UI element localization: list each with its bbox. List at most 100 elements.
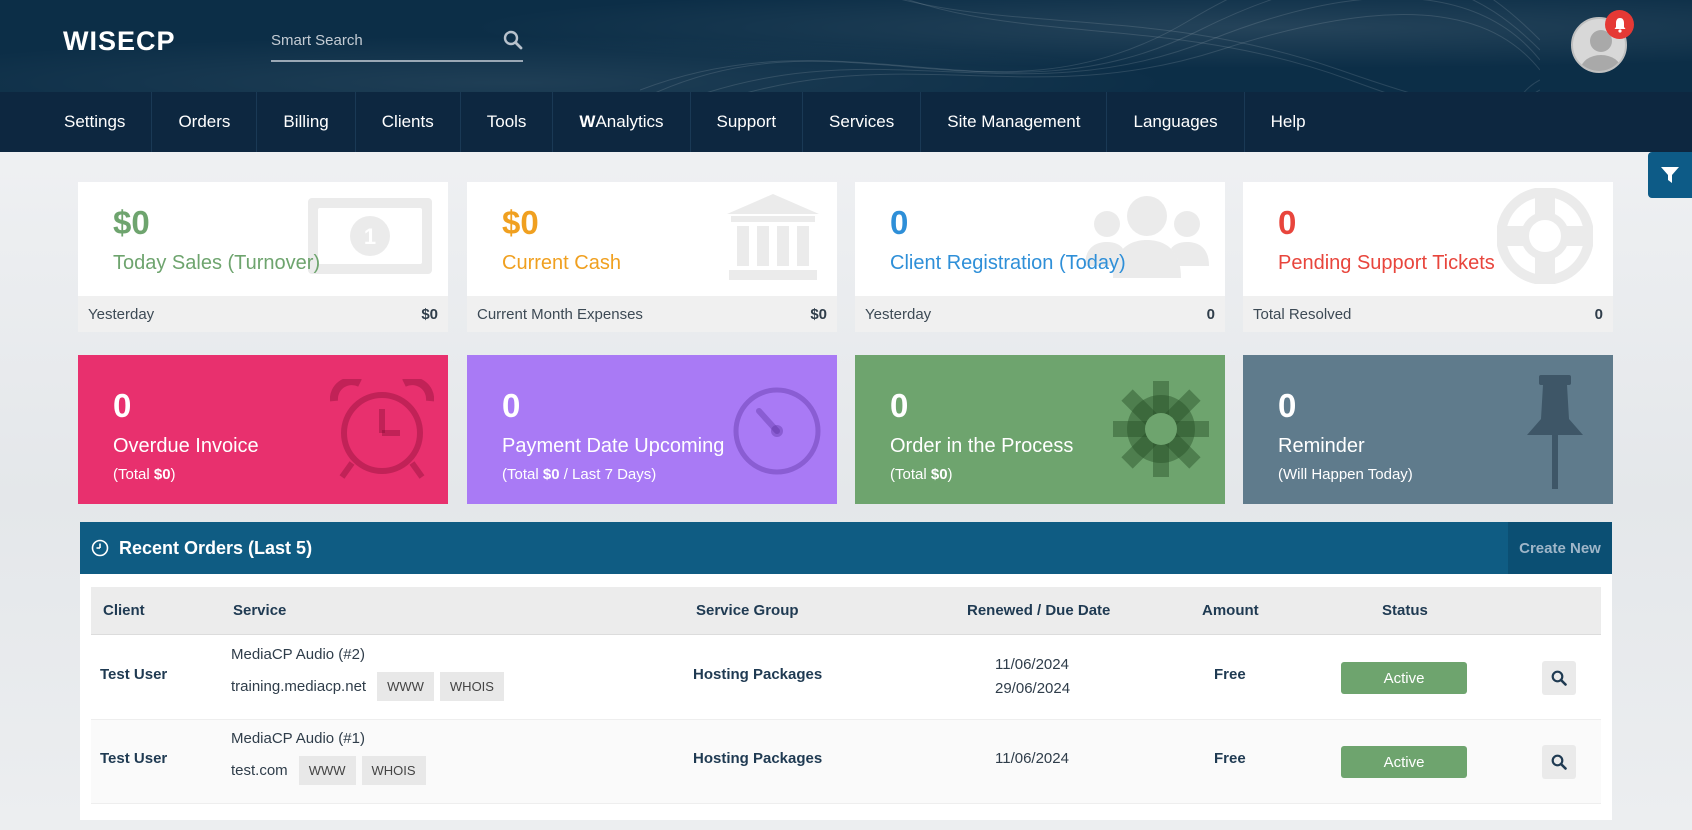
nav-help[interactable]: Help [1245,92,1332,152]
stat-label: Payment Date Upcoming [502,435,725,457]
smart-search [271,22,523,62]
stat-value: 0 [113,387,132,424]
search-input[interactable] [271,22,481,58]
main-nav: Settings Orders Billing Clients Tools WA… [0,92,1692,152]
life-ring-icon [1497,188,1593,284]
nav-tools[interactable]: Tools [461,92,554,152]
stat-card-support-tickets[interactable]: 0 Pending Support Tickets Total Resolved… [1243,182,1613,332]
stat-value: 0 [1278,204,1297,241]
table-row[interactable]: Test User MediaCP Audio (#2) training.me… [91,636,1601,720]
nav-languages[interactable]: Languages [1107,92,1245,152]
stat-card-overdue-invoice[interactable]: 0 Overdue Invoice (Total $0) [78,355,448,504]
col-service[interactable]: Service [233,602,286,619]
cell-amount: Free [1214,750,1246,767]
svg-text:WISECP: WISECP [63,27,176,53]
stat-sub: (Total $0) [113,466,176,483]
cell-client[interactable]: Test User [100,750,167,767]
nav-label: Help [1270,112,1306,131]
nav-settings[interactable]: Settings [38,92,153,152]
search-icon[interactable] [503,30,523,50]
www-button[interactable]: WWW [377,672,434,701]
stat-footer: Yesterday 0 [855,296,1225,332]
stat-value: $0 [502,204,539,241]
top-header: WISECP [0,0,1692,92]
stat-footer: Yesterday $0 [78,296,448,332]
stat-label: Client Registration (Today) [890,252,1126,274]
stat-sub-pre: (Total [502,466,543,483]
nav-wanalytics[interactable]: W Analytics [553,92,691,152]
col-amount[interactable]: Amount [1202,602,1259,619]
stat-footer-label: Total Resolved [1253,305,1352,323]
nav-support[interactable]: Support [691,92,804,152]
money-bill-icon: 1 [308,198,432,274]
cell-renewed-date: 11/06/2024 [995,750,1069,767]
nav-label: Site Management [947,112,1081,131]
stat-card-client-registration[interactable]: 0 Client Registration (Today) Yesterday … [855,182,1225,332]
stat-sub-pre: (Total [113,466,154,483]
table-header: Client Service Service Group Renewed / D… [91,587,1601,635]
stat-sub: (Will Happen Today) [1278,466,1413,483]
view-order-button[interactable] [1542,661,1576,695]
whois-button[interactable]: WHOIS [439,672,504,701]
cell-service-name[interactable]: MediaCP Audio (#1) [231,730,365,747]
view-order-button[interactable] [1542,745,1576,779]
search-icon [1551,670,1567,686]
stat-sub-amount: $0 [542,466,560,483]
panel-header: Recent Orders (Last 5) Create New [80,522,1612,574]
whois-button[interactable]: WHOIS [361,756,426,785]
wisecp-logo[interactable]: WISECP [63,27,213,53]
nav-label: Support [716,112,777,131]
nav-label: Settings [64,112,126,131]
nav-orders[interactable]: Orders [152,92,258,152]
nav-services[interactable]: Services [803,92,922,152]
stat-card-today-sales[interactable]: 1 $0 Today Sales (Turnover) Yesterday $0 [78,182,448,332]
nav-site-management[interactable]: Site Management [921,92,1108,152]
nav-clients[interactable]: Clients [356,92,461,152]
stat-card-current-cash[interactable]: $0 Current Cash Current Month Expenses $… [467,182,837,332]
status-badge: Active [1341,746,1467,778]
create-new-button[interactable]: Create New [1508,522,1612,574]
logo-icon: WISECP [63,27,176,53]
nav-label: Orders [178,112,231,131]
stat-card-order-process[interactable]: 0 Order in the Process (Total $0) [855,355,1225,504]
svg-text:1: 1 [364,224,376,249]
stat-sub: (Total $0) [890,466,953,483]
cell-client[interactable]: Test User [100,666,167,683]
stat-label: Order in the Process [890,435,1074,457]
filter-icon [1661,167,1679,183]
cell-service-group: Hosting Packages [693,750,823,767]
cell-renewed-date: 11/06/2024 [995,656,1069,673]
cell-service-domain: test.com WWW WHOIS [231,756,426,785]
bank-icon [727,194,819,280]
col-service-group[interactable]: Service Group [696,602,799,619]
stat-label: Overdue Invoice [113,435,259,457]
notification-bell[interactable] [1605,10,1634,39]
stat-label: Reminder [1278,435,1365,457]
thumbtack-icon [1527,375,1583,489]
stat-card-payment-upcoming[interactable]: 0 Payment Date Upcoming (Total $0 / Last… [467,355,837,504]
col-renewed-due[interactable]: Renewed / Due Date [967,602,1110,619]
nav-label: Services [829,112,895,131]
stat-sub-post: ) [170,466,176,483]
stat-footer-label: Current Month Expenses [477,305,643,323]
stat-label: Today Sales (Turnover) [113,252,321,274]
bell-icon [1614,17,1625,33]
stat-value: 0 [1278,387,1297,424]
stat-card-reminder[interactable]: 0 Reminder (Will Happen Today) [1243,355,1613,504]
cell-due-date: 29/06/2024 [995,680,1071,697]
stat-value: $0 [113,204,150,241]
stat-footer-value: $0 [810,305,827,323]
stat-footer-label: Yesterday [865,305,932,323]
cell-service-name[interactable]: MediaCP Audio (#2) [231,646,365,663]
nav-label: Tools [486,112,527,131]
col-status[interactable]: Status [1382,602,1428,619]
stat-sub-pre: (Total [890,466,931,483]
panel-title: Recent Orders (Last 5) [119,537,313,558]
filter-toggle-button[interactable] [1648,152,1692,198]
nav-billing[interactable]: Billing [257,92,356,152]
www-button[interactable]: WWW [298,756,356,785]
stat-label: Current Cash [502,252,621,274]
clock-icon [91,539,109,557]
table-row[interactable]: Test User MediaCP Audio (#1) test.com WW… [91,720,1601,804]
col-client[interactable]: Client [103,602,145,619]
